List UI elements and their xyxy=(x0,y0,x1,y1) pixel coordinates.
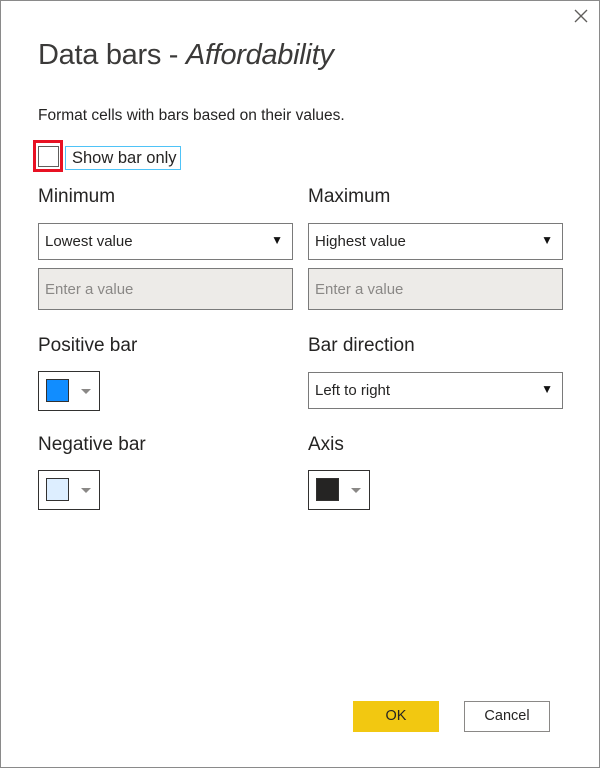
minimum-label: Minimum xyxy=(38,186,116,207)
negative-bar-color-picker[interactable] xyxy=(38,470,100,510)
minimum-type-value: Lowest value xyxy=(45,233,133,250)
chevron-down-icon xyxy=(81,389,91,394)
maximum-label: Maximum xyxy=(308,186,391,207)
title-prefix: Data bars - xyxy=(38,39,186,71)
dropdown-arrow-icon: ▼ xyxy=(271,233,283,247)
dropdown-arrow-icon: ▼ xyxy=(541,382,553,396)
chevron-down-icon xyxy=(81,488,91,493)
maximum-type-dropdown[interactable]: Highest value ▼ xyxy=(308,223,563,260)
title-field-name: Affordability xyxy=(185,39,334,71)
bar-direction-value: Left to right xyxy=(315,382,391,399)
minimum-value-input[interactable] xyxy=(38,268,293,310)
axis-color-picker[interactable] xyxy=(308,470,370,510)
show-bar-only-label[interactable]: Show bar only xyxy=(65,146,181,170)
positive-bar-label: Positive bar xyxy=(38,335,138,356)
bar-direction-label: Bar direction xyxy=(308,335,415,356)
data-bars-dialog: Data bars - Affordability Format cells w… xyxy=(0,0,600,768)
chevron-down-icon xyxy=(351,488,361,493)
positive-bar-color-picker[interactable] xyxy=(38,371,100,411)
negative-bar-label: Negative bar xyxy=(38,434,146,455)
negative-bar-color-swatch xyxy=(46,478,69,501)
minimum-type-dropdown[interactable]: Lowest value ▼ xyxy=(38,223,293,260)
ok-button[interactable]: OK xyxy=(353,701,439,732)
dialog-title: Data bars - Affordability xyxy=(38,39,334,72)
dropdown-arrow-icon: ▼ xyxy=(541,233,553,247)
axis-color-swatch xyxy=(316,478,339,501)
dialog-description: Format cells with bars based on their va… xyxy=(38,107,345,124)
show-bar-only-checkbox[interactable] xyxy=(38,146,59,167)
close-icon[interactable] xyxy=(570,5,592,27)
maximum-value-input[interactable] xyxy=(308,268,563,310)
axis-label: Axis xyxy=(308,434,344,455)
positive-bar-color-swatch xyxy=(46,379,69,402)
maximum-type-value: Highest value xyxy=(315,233,406,250)
bar-direction-dropdown[interactable]: Left to right ▼ xyxy=(308,372,563,409)
cancel-button[interactable]: Cancel xyxy=(464,701,550,732)
